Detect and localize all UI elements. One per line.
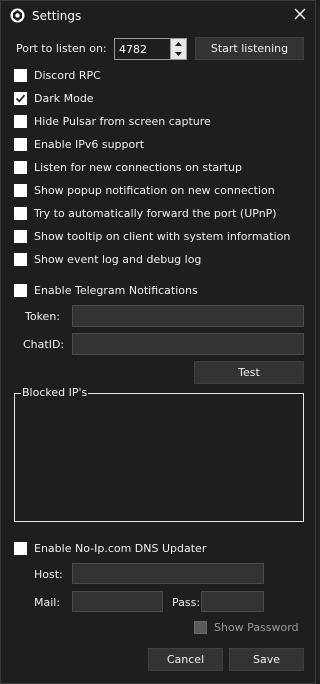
option-label: Try to automatically forward the port (U… [34,206,277,220]
host-field[interactable] [72,563,264,584]
option-client-tooltip[interactable]: Show tooltip on client with system infor… [14,228,290,244]
close-icon [294,8,306,23]
option-label: Dark Mode [34,91,94,105]
option-discord-rpc[interactable]: Discord RPC [14,67,101,83]
option-listen-on-startup[interactable]: Listen for new connections on startup [14,159,242,175]
mail-label: Mail: [34,596,61,609]
option-label: Enable IPv6 support [34,137,145,151]
cancel-button[interactable]: Cancel [148,648,223,671]
chatid-field[interactable] [72,333,304,355]
pulsar-logo-icon [10,8,25,23]
save-button[interactable]: Save [229,648,304,671]
pass-label: Pass: [172,596,201,609]
checkbox[interactable] [14,160,27,174]
option-noip-updater[interactable]: Enable No-Ip.com DNS Updater [14,540,206,556]
title-bar[interactable]: Settings [1,1,315,31]
option-label: Enable Telegram Notifications [34,283,198,297]
blocked-ips-list[interactable] [14,393,304,522]
option-ipv6[interactable]: Enable IPv6 support [14,136,144,152]
option-label: Show tooltip on client with system infor… [34,229,291,243]
close-button[interactable] [287,3,313,27]
mail-field[interactable] [72,591,163,612]
option-label: Listen for new connections on startup [34,160,242,174]
port-spinner[interactable] [171,38,187,60]
option-popup-notification[interactable]: Show popup notification on new connectio… [14,182,275,198]
checkbox[interactable] [14,541,27,555]
window-title: Settings [32,9,82,23]
checkbox[interactable] [14,183,27,197]
spin-down-icon[interactable] [171,49,186,59]
test-button[interactable]: Test [194,361,304,384]
option-label: Enable No-Ip.com DNS Updater [34,541,207,555]
option-label: Show popup notification on new connectio… [34,183,275,197]
checkbox[interactable] [14,68,27,82]
checkbox[interactable] [14,252,27,266]
option-upnp[interactable]: Try to automatically forward the port (U… [14,205,277,221]
checkbox[interactable] [14,91,27,105]
checkbox[interactable] [14,137,27,151]
option-show-password[interactable]: Show Password [194,619,299,635]
option-hide-from-capture[interactable]: Hide Pulsar from screen capture [14,113,211,129]
host-label: Host: [34,568,63,581]
port-label: Port to listen on: [16,42,107,55]
option-label: Hide Pulsar from screen capture [34,114,211,128]
checkbox[interactable] [14,229,27,243]
token-label: Token: [25,310,61,323]
option-label: Discord RPC [34,68,101,82]
option-label: Show Password [214,620,299,634]
token-field[interactable] [72,305,304,327]
option-event-log[interactable]: Show event log and debug log [14,251,201,267]
option-label: Show event log and debug log [34,252,202,266]
port-input[interactable] [114,38,171,60]
option-telegram-notifications[interactable]: Enable Telegram Notifications [14,282,198,298]
chatid-label: ChatID: [23,338,65,351]
spin-up-icon[interactable] [171,39,186,49]
option-dark-mode[interactable]: Dark Mode [14,90,94,106]
checkbox[interactable] [14,283,27,297]
checkbox[interactable] [14,114,27,128]
checkbox[interactable] [14,206,27,220]
settings-window: Settings Port to listen on: Start listen… [0,0,316,684]
blocked-ips-label: Blocked IP's [21,386,89,399]
checkmark-icon [15,94,26,102]
pass-field[interactable] [201,591,264,612]
checkbox[interactable] [194,620,207,634]
start-listening-button[interactable]: Start listening [195,37,304,60]
